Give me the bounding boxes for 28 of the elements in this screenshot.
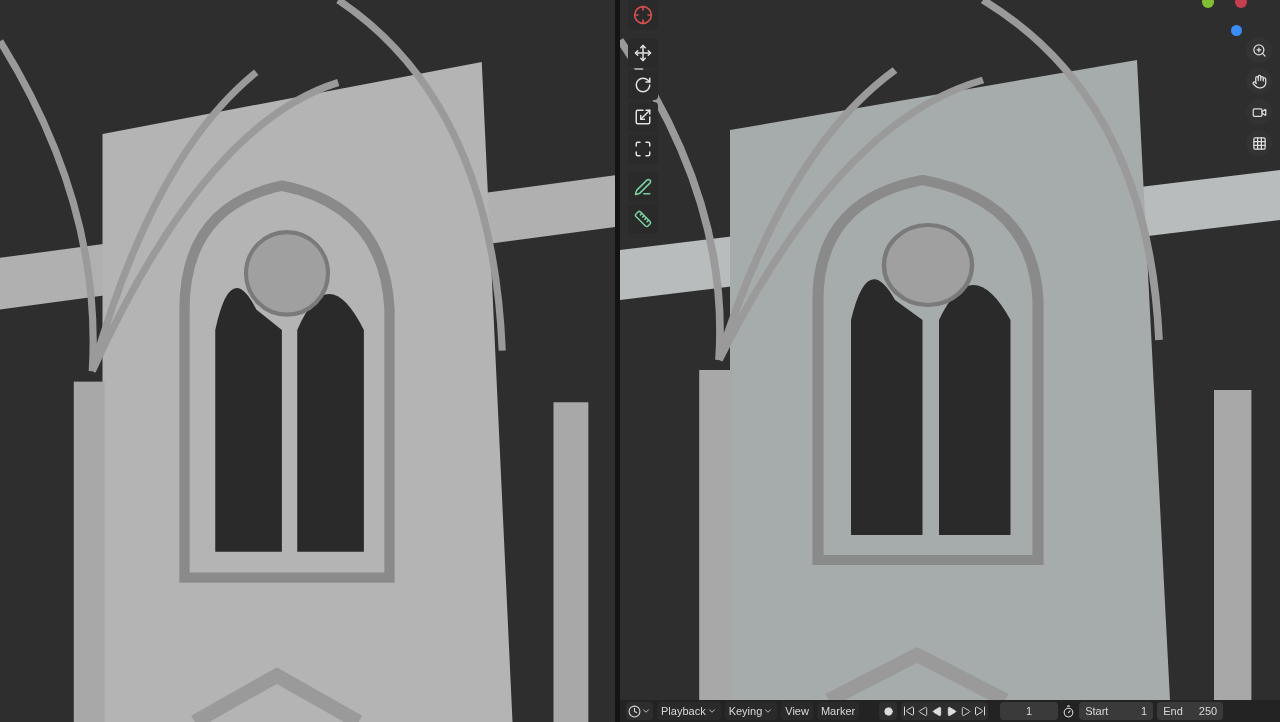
menu-item[interactable]: Playback: [657, 702, 721, 720]
caret-icon: [763, 706, 774, 716]
jump-end-icon[interactable]: [974, 705, 987, 717]
end-frame-field[interactable]: End 250: [1157, 702, 1224, 720]
clock-icon: [628, 704, 641, 718]
cursor-icon[interactable]: [628, 0, 658, 30]
move-icon[interactable]: [628, 38, 658, 68]
scale-icon[interactable]: [628, 102, 658, 132]
menu-item[interactable]: Marker: [816, 702, 860, 720]
prev-keyframe-icon[interactable]: [918, 705, 930, 717]
measure-icon[interactable]: [628, 204, 658, 234]
editor-type-button[interactable]: [626, 702, 653, 720]
next-keyframe-icon[interactable]: [960, 705, 972, 717]
menu-item[interactable]: Keying: [724, 702, 778, 720]
caret-icon: [641, 706, 651, 716]
stopwatch-icon[interactable]: [1062, 704, 1076, 718]
play-reverse-icon[interactable]: [932, 705, 944, 717]
record-icon: [883, 706, 893, 716]
menu-item[interactable]: View: [781, 702, 813, 720]
annotate-icon[interactable]: [628, 172, 658, 202]
caret-icon: [706, 706, 717, 716]
jump-start-icon[interactable]: [903, 705, 916, 717]
rotate-icon[interactable]: [628, 70, 658, 100]
transform-icon[interactable]: [628, 134, 658, 164]
play-icon[interactable]: [946, 705, 958, 717]
current-frame-field[interactable]: 1: [1000, 702, 1059, 720]
start-frame-field[interactable]: Start 1: [1079, 702, 1154, 720]
record-button[interactable]: [879, 702, 898, 720]
